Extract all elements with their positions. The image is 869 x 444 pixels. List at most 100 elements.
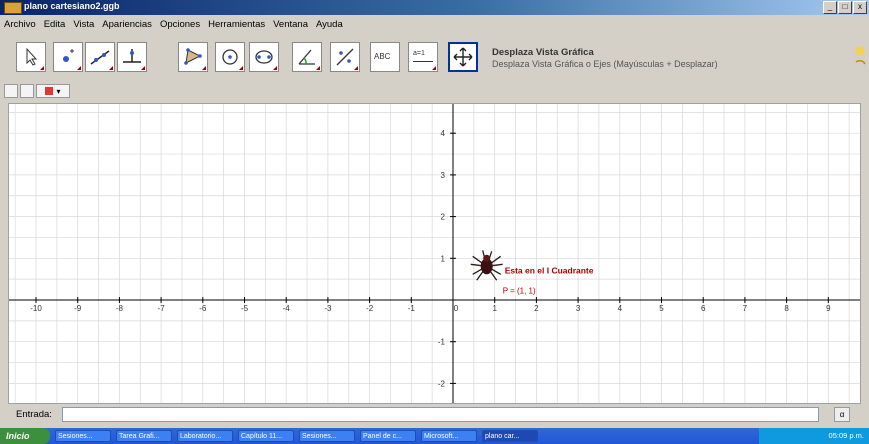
coordinate-plane[interactable]: -10 -9 -8 -7 -6 -5 -4 -3 -2 -1 0 1 2 3 4 5 6 7 8 94321-1-2E… (9, 104, 860, 403)
style-bar: ▾ (4, 84, 70, 102)
x-tick-label: 4 (618, 304, 623, 313)
x-tick-label: -6 (199, 304, 207, 313)
chevron-down-icon: ▾ (56, 86, 61, 96)
slider-tool[interactable]: a=1 (408, 42, 438, 72)
x-tick-label: -5 (241, 304, 249, 313)
window-controls: _ □ x (823, 1, 867, 14)
x-tick-label: -8 (116, 304, 124, 313)
input-bar: Entrada: α (0, 405, 869, 425)
x-tick-label: -7 (158, 304, 166, 313)
x-tick-label: 0 (454, 304, 459, 313)
slider-icon: a=1 (413, 50, 425, 57)
tool-menu-arrow-icon (239, 66, 243, 70)
menu-ventana[interactable]: Ventana (273, 16, 308, 33)
menu-opciones[interactable]: Opciones (160, 16, 200, 33)
line-tool[interactable] (85, 42, 115, 72)
maximize-button[interactable]: □ (838, 1, 852, 14)
tool-help: Desplaza Vista Gráfica o Ejes (Mayúscula… (492, 59, 718, 69)
x-tick-label: 1 (492, 304, 497, 313)
move-tool[interactable] (16, 42, 46, 72)
x-tick-label: 2 (534, 304, 539, 313)
taskbar-item[interactable]: Tarea Grafi... (116, 430, 172, 442)
taskbar-item-active[interactable]: plano car... (482, 430, 538, 442)
menu-herramientas[interactable]: Herramientas (208, 16, 265, 33)
minimize-button[interactable]: _ (823, 1, 837, 14)
y-tick-label: -1 (438, 338, 446, 347)
x-tick-label: -3 (324, 304, 332, 313)
tool-menu-arrow-icon (141, 66, 145, 70)
tool-name: Desplaza Vista Gráfica (492, 47, 594, 58)
tool-menu-arrow-icon (40, 66, 44, 70)
y-tick-label: 4 (441, 129, 446, 138)
text-icon: ABC (374, 52, 391, 61)
y-tick-label: 2 (441, 213, 446, 222)
menu-ayuda[interactable]: Ayuda (316, 16, 343, 33)
menu-edita[interactable]: Edita (44, 16, 66, 33)
move-graphics-view-tool[interactable] (448, 42, 478, 72)
angle-icon (298, 49, 315, 65)
window-titlebar: plano cartesiano2.ggb _ □ x (0, 0, 869, 15)
graphics-view[interactable]: -10 -9 -8 -7 -6 -5 -4 -3 -2 -1 0 1 2 3 4 5 6 7 8 9 4 3 2 1 -1 -2 E… (8, 103, 861, 404)
line-icon (90, 50, 110, 65)
tool-menu-arrow-icon (77, 66, 81, 70)
circle-tool[interactable] (215, 42, 245, 72)
polygon-icon (184, 48, 202, 65)
y-tick-label: 1 (441, 254, 446, 263)
input-field[interactable] (62, 407, 819, 422)
tool-menu-arrow-icon (273, 66, 277, 70)
menu-vista[interactable]: Vista (73, 16, 94, 33)
x-tick-label: -2 (366, 304, 374, 313)
point-icon (63, 49, 74, 62)
taskbar-item[interactable]: Sesiones... (299, 430, 355, 442)
tool-description: Desplaza Vista Gráfica Desplaza Vista Gr… (492, 47, 718, 69)
color-picker-button[interactable]: ▾ (36, 84, 70, 98)
window-title: plano cartesiano2.ggb (24, 1, 120, 11)
symbol-button[interactable]: α (834, 407, 850, 422)
text-tool[interactable]: ABC (370, 42, 400, 72)
taskbar-item[interactable]: Microsoft... (421, 430, 477, 442)
tool-menu-arrow-icon (202, 66, 206, 70)
start-button[interactable]: Inicio (0, 428, 50, 444)
move-view-icon (453, 47, 473, 67)
point-label: P = (1, 1) (503, 286, 536, 295)
x-tick-label: -1 (408, 304, 416, 313)
menu-bar: Archivo Edita Vista Apariencias Opciones… (0, 16, 869, 33)
close-button[interactable]: x (853, 1, 867, 14)
reflect-icon (336, 48, 354, 66)
menu-archivo[interactable]: Archivo (4, 16, 36, 33)
taskbar-item[interactable]: Sesiones... (55, 430, 111, 442)
x-tick-label: 8 (784, 304, 789, 313)
x-tick-label: -10 (30, 304, 42, 313)
x-tick-label: 7 (743, 304, 748, 313)
axes-toggle-button[interactable] (4, 84, 18, 98)
circle-icon (222, 49, 238, 65)
input-label: Entrada: (16, 409, 52, 420)
grid-toggle-button[interactable] (20, 84, 34, 98)
perpendicular-icon (123, 49, 141, 63)
taskbar-item[interactable]: Capítulo 11... (238, 430, 294, 442)
polygon-tool[interactable] (178, 42, 208, 72)
tool-menu-arrow-icon (109, 66, 113, 70)
x-tick-label: -9 (74, 304, 82, 313)
x-tick-label: 6 (701, 304, 706, 313)
taskbar: Inicio Sesiones... Tarea Grafi... Labora… (0, 428, 869, 444)
perpendicular-tool[interactable] (117, 42, 147, 72)
undo-redo-icon[interactable] (853, 44, 867, 72)
color-swatch-icon (45, 87, 54, 95)
conic-tool[interactable] (249, 42, 279, 72)
conic-icon (255, 50, 273, 64)
taskbar-item[interactable]: Laboratorio... (177, 430, 233, 442)
slider-track-icon (413, 61, 433, 62)
tool-menu-arrow-icon (354, 66, 358, 70)
point-tool[interactable] (53, 42, 83, 72)
x-tick-label: 3 (576, 304, 581, 313)
system-tray-clock: 05:09 p.m. (759, 428, 869, 444)
x-tick-label: 5 (659, 304, 664, 313)
y-tick-label: 3 (441, 171, 446, 180)
spider-head (483, 254, 491, 262)
reflect-tool[interactable] (330, 42, 360, 72)
toolbar: ABC a=1 Desplaza Vista Gráfica Desplaza … (0, 34, 869, 82)
menu-apariencias[interactable]: Apariencias (102, 16, 152, 33)
angle-tool[interactable] (292, 42, 322, 72)
taskbar-item[interactable]: Panel de c... (360, 430, 416, 442)
